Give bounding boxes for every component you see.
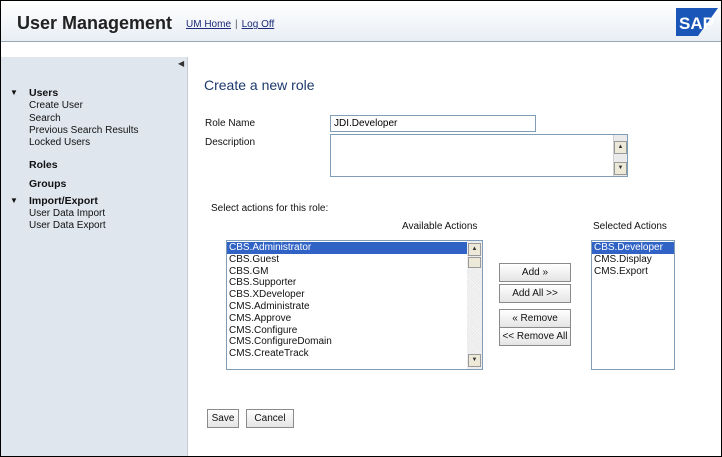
- header-links: UM Home | Log Off: [186, 19, 274, 30]
- sidebar-item-locked-users[interactable]: Locked Users: [29, 137, 90, 148]
- um-home-link[interactable]: UM Home: [186, 19, 231, 30]
- scroll-down-icon[interactable]: ▼: [614, 162, 627, 175]
- available-action-option[interactable]: CBS.Guest: [227, 254, 467, 266]
- header-bar: User Management UM Home | Log Off SAP: [1, 1, 721, 42]
- page-title: Create a new role: [204, 77, 315, 93]
- selected-actions-label: Selected Actions: [593, 221, 667, 232]
- link-separator: |: [235, 19, 238, 30]
- app-title: User Management: [17, 13, 173, 33]
- available-action-option[interactable]: CBS.Supporter: [227, 277, 467, 289]
- role-name-input[interactable]: [330, 115, 536, 132]
- available-actions-list[interactable]: CBS.Administrator CBS.Guest CBS.GM CBS.Supp…: [226, 240, 483, 370]
- list-scroll-up-icon[interactable]: ▲: [468, 243, 481, 256]
- select-actions-label: Select actions for this role:: [211, 203, 329, 214]
- available-action-option[interactable]: CMS.CreateTrack: [227, 348, 467, 360]
- available-actions-options: CBS.Administrator CBS.Guest CBS.GM CBS.Supp…: [227, 241, 467, 360]
- available-action-option[interactable]: CMS.Approve: [227, 313, 467, 325]
- available-action-option[interactable]: CBS.XDeveloper: [227, 289, 467, 301]
- selected-action-option[interactable]: CMS.Display: [592, 254, 674, 266]
- available-action-option[interactable]: CMS.Administrate: [227, 301, 467, 313]
- sidebar-item-roles[interactable]: Roles: [29, 159, 58, 171]
- description-textarea[interactable]: ▲ ▼: [330, 134, 628, 177]
- scroll-up-icon[interactable]: ▲: [614, 141, 627, 154]
- sap-logo: SAP: [676, 8, 718, 36]
- collapse-sidebar-icon[interactable]: ◀: [178, 59, 184, 68]
- available-list-scrollbar[interactable]: ▲ ▼: [467, 241, 482, 369]
- role-name-label: Role Name: [205, 118, 256, 129]
- sidebar-group-users[interactable]: Users: [29, 87, 58, 99]
- remove-all-button[interactable]: << Remove All: [499, 327, 571, 346]
- available-action-option[interactable]: CBS.GM: [227, 266, 467, 278]
- sidebar-group-import-export[interactable]: Import/Export: [29, 195, 98, 207]
- selected-action-option[interactable]: CMS.Export: [592, 266, 674, 278]
- list-scroll-down-icon[interactable]: ▼: [468, 354, 481, 367]
- sidebar-item-previous-search-results[interactable]: Previous Search Results: [29, 125, 139, 136]
- available-action-option[interactable]: CMS.Configure: [227, 325, 467, 337]
- sidebar-item-user-data-export[interactable]: User Data Export: [29, 220, 106, 231]
- available-actions-label: Available Actions: [402, 221, 478, 232]
- log-off-link[interactable]: Log Off: [242, 19, 275, 30]
- add-all-button[interactable]: Add All >>: [499, 284, 571, 303]
- sidebar-item-create-user[interactable]: Create User: [29, 100, 83, 111]
- description-scrollbar[interactable]: ▲ ▼: [613, 135, 627, 176]
- selected-action-option[interactable]: CBS.Developer: [592, 242, 674, 254]
- remove-button[interactable]: « Remove: [499, 309, 571, 328]
- available-action-option[interactable]: CMS.ConfigureDomain: [227, 336, 467, 348]
- save-button[interactable]: Save: [207, 409, 239, 428]
- selected-actions-options: CBS.Developer CMS.Display CMS.Export: [592, 241, 674, 277]
- expand-import-export-icon[interactable]: ▼: [10, 196, 18, 205]
- sidebar-item-search[interactable]: Search: [29, 113, 61, 124]
- sap-logo-text: SAP: [679, 14, 714, 33]
- available-action-option[interactable]: CBS.Administrator: [227, 242, 467, 254]
- selected-actions-list[interactable]: CBS.Developer CMS.Display CMS.Export: [591, 240, 675, 370]
- expand-users-icon[interactable]: ▼: [10, 88, 18, 97]
- description-label: Description: [205, 137, 256, 148]
- sidebar-item-groups[interactable]: Groups: [29, 178, 66, 190]
- sidebar-item-user-data-import[interactable]: User Data Import: [29, 208, 105, 219]
- list-scroll-thumb[interactable]: [468, 257, 481, 268]
- add-button[interactable]: Add »: [499, 263, 571, 282]
- cancel-button[interactable]: Cancel: [246, 409, 294, 428]
